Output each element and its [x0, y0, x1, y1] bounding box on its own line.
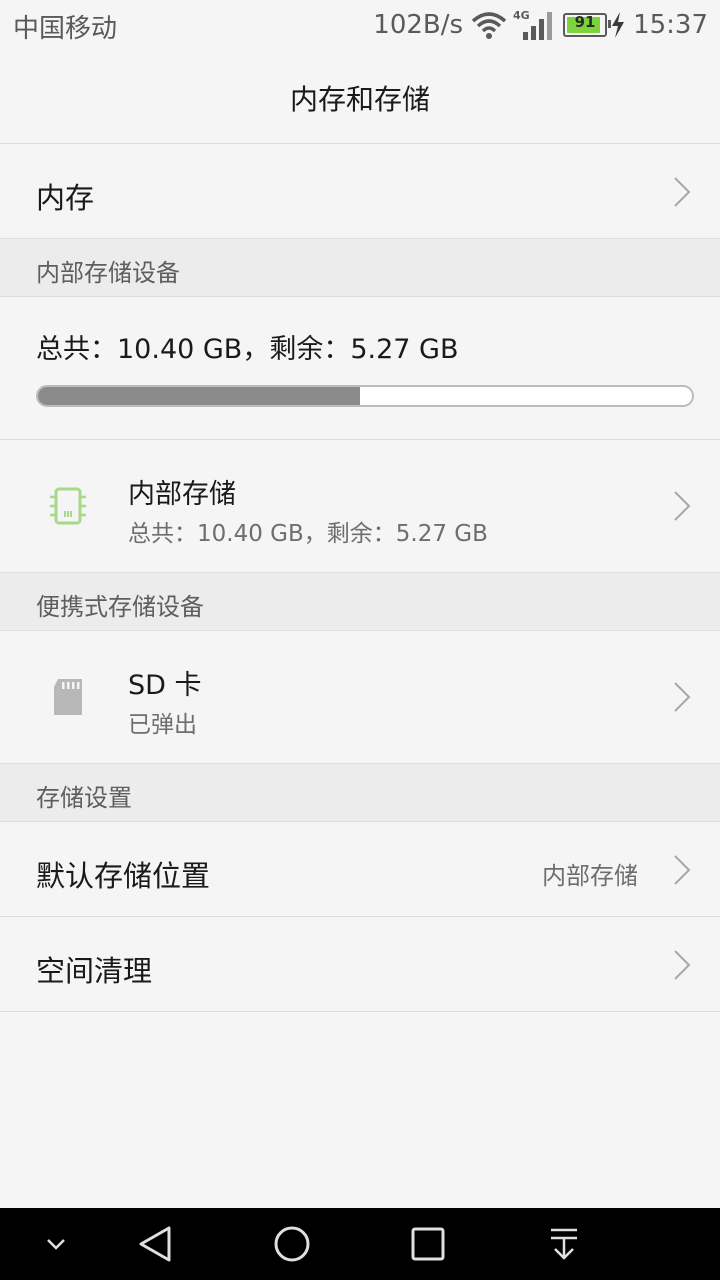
storage-summary-text: 总共：10.40 GB，剩余：5.27 GB	[36, 334, 459, 365]
network-type-label: 4G	[513, 9, 530, 22]
section-header-label: 便携式存储设备	[36, 593, 204, 621]
storage-usage-fill	[38, 387, 361, 405]
navigation-bar	[0, 1208, 720, 1280]
sd-card-item[interactable]: SD 卡 已弹出	[0, 631, 720, 764]
cellular-signal-icon: 4G	[513, 9, 553, 40]
status-bar: 中国移动 102B/s 4G 91 15:37	[0, 0, 720, 50]
storage-usage-bar	[36, 385, 694, 407]
chevron-right-icon	[674, 855, 691, 885]
recents-button[interactable]	[392, 1208, 464, 1280]
battery-icon: 91	[563, 13, 612, 37]
chip-icon	[50, 487, 86, 525]
back-icon	[139, 1226, 171, 1262]
section-header-label: 存储设置	[36, 784, 132, 812]
section-header-portable: 便携式存储设备	[0, 573, 720, 631]
collapse-button[interactable]	[26, 1208, 86, 1280]
space-cleanup-label: 空间清理	[36, 954, 153, 988]
carrier-name: 中国移动	[13, 14, 118, 44]
home-icon	[274, 1226, 310, 1262]
default-storage-location-row[interactable]: 默认存储位置 内部存储	[0, 822, 720, 917]
default-storage-location-value: 内部存储	[542, 862, 638, 890]
chevron-right-icon	[674, 177, 691, 207]
chevron-right-icon	[674, 491, 691, 521]
section-header-label: 内部存储设备	[36, 259, 180, 287]
notification-pull-icon	[551, 1228, 577, 1260]
back-button[interactable]	[120, 1208, 192, 1280]
recents-icon	[411, 1227, 445, 1261]
battery-level: 91	[574, 13, 596, 31]
chevron-right-icon	[674, 950, 691, 980]
chevron-right-icon	[674, 682, 691, 712]
memory-row-label: 内存	[36, 181, 95, 215]
title-bar: 内存和存储	[0, 50, 720, 144]
section-header-settings: 存储设置	[0, 764, 720, 822]
sd-card-status: 已弹出	[128, 712, 197, 738]
internal-storage-name: 内部存储	[128, 479, 236, 510]
collapse-icon	[47, 1239, 65, 1250]
wifi-icon	[471, 12, 507, 39]
home-button[interactable]	[256, 1208, 328, 1280]
page-title: 内存和存储	[289, 83, 430, 116]
sd-card-icon	[54, 679, 82, 715]
storage-summary: 总共：10.40 GB，剩余：5.27 GB	[0, 297, 720, 440]
status-icons: 102B/s 4G 91 15:37	[373, 8, 708, 42]
internal-storage-item[interactable]: 内部存储 总共：10.40 GB，剩余：5.27 GB	[0, 440, 720, 573]
internal-storage-detail: 总共：10.40 GB，剩余：5.27 GB	[128, 521, 488, 547]
default-storage-location-label: 默认存储位置	[36, 859, 211, 893]
notification-pull-button[interactable]	[528, 1208, 600, 1280]
sd-card-name: SD 卡	[128, 670, 202, 701]
space-cleanup-row[interactable]: 空间清理	[0, 917, 720, 1012]
section-header-internal: 内部存储设备	[0, 239, 720, 297]
network-speed: 102B/s	[373, 10, 464, 40]
clock: 15:37	[633, 10, 708, 40]
charging-icon	[612, 12, 625, 38]
memory-row[interactable]: 内存	[0, 144, 720, 239]
